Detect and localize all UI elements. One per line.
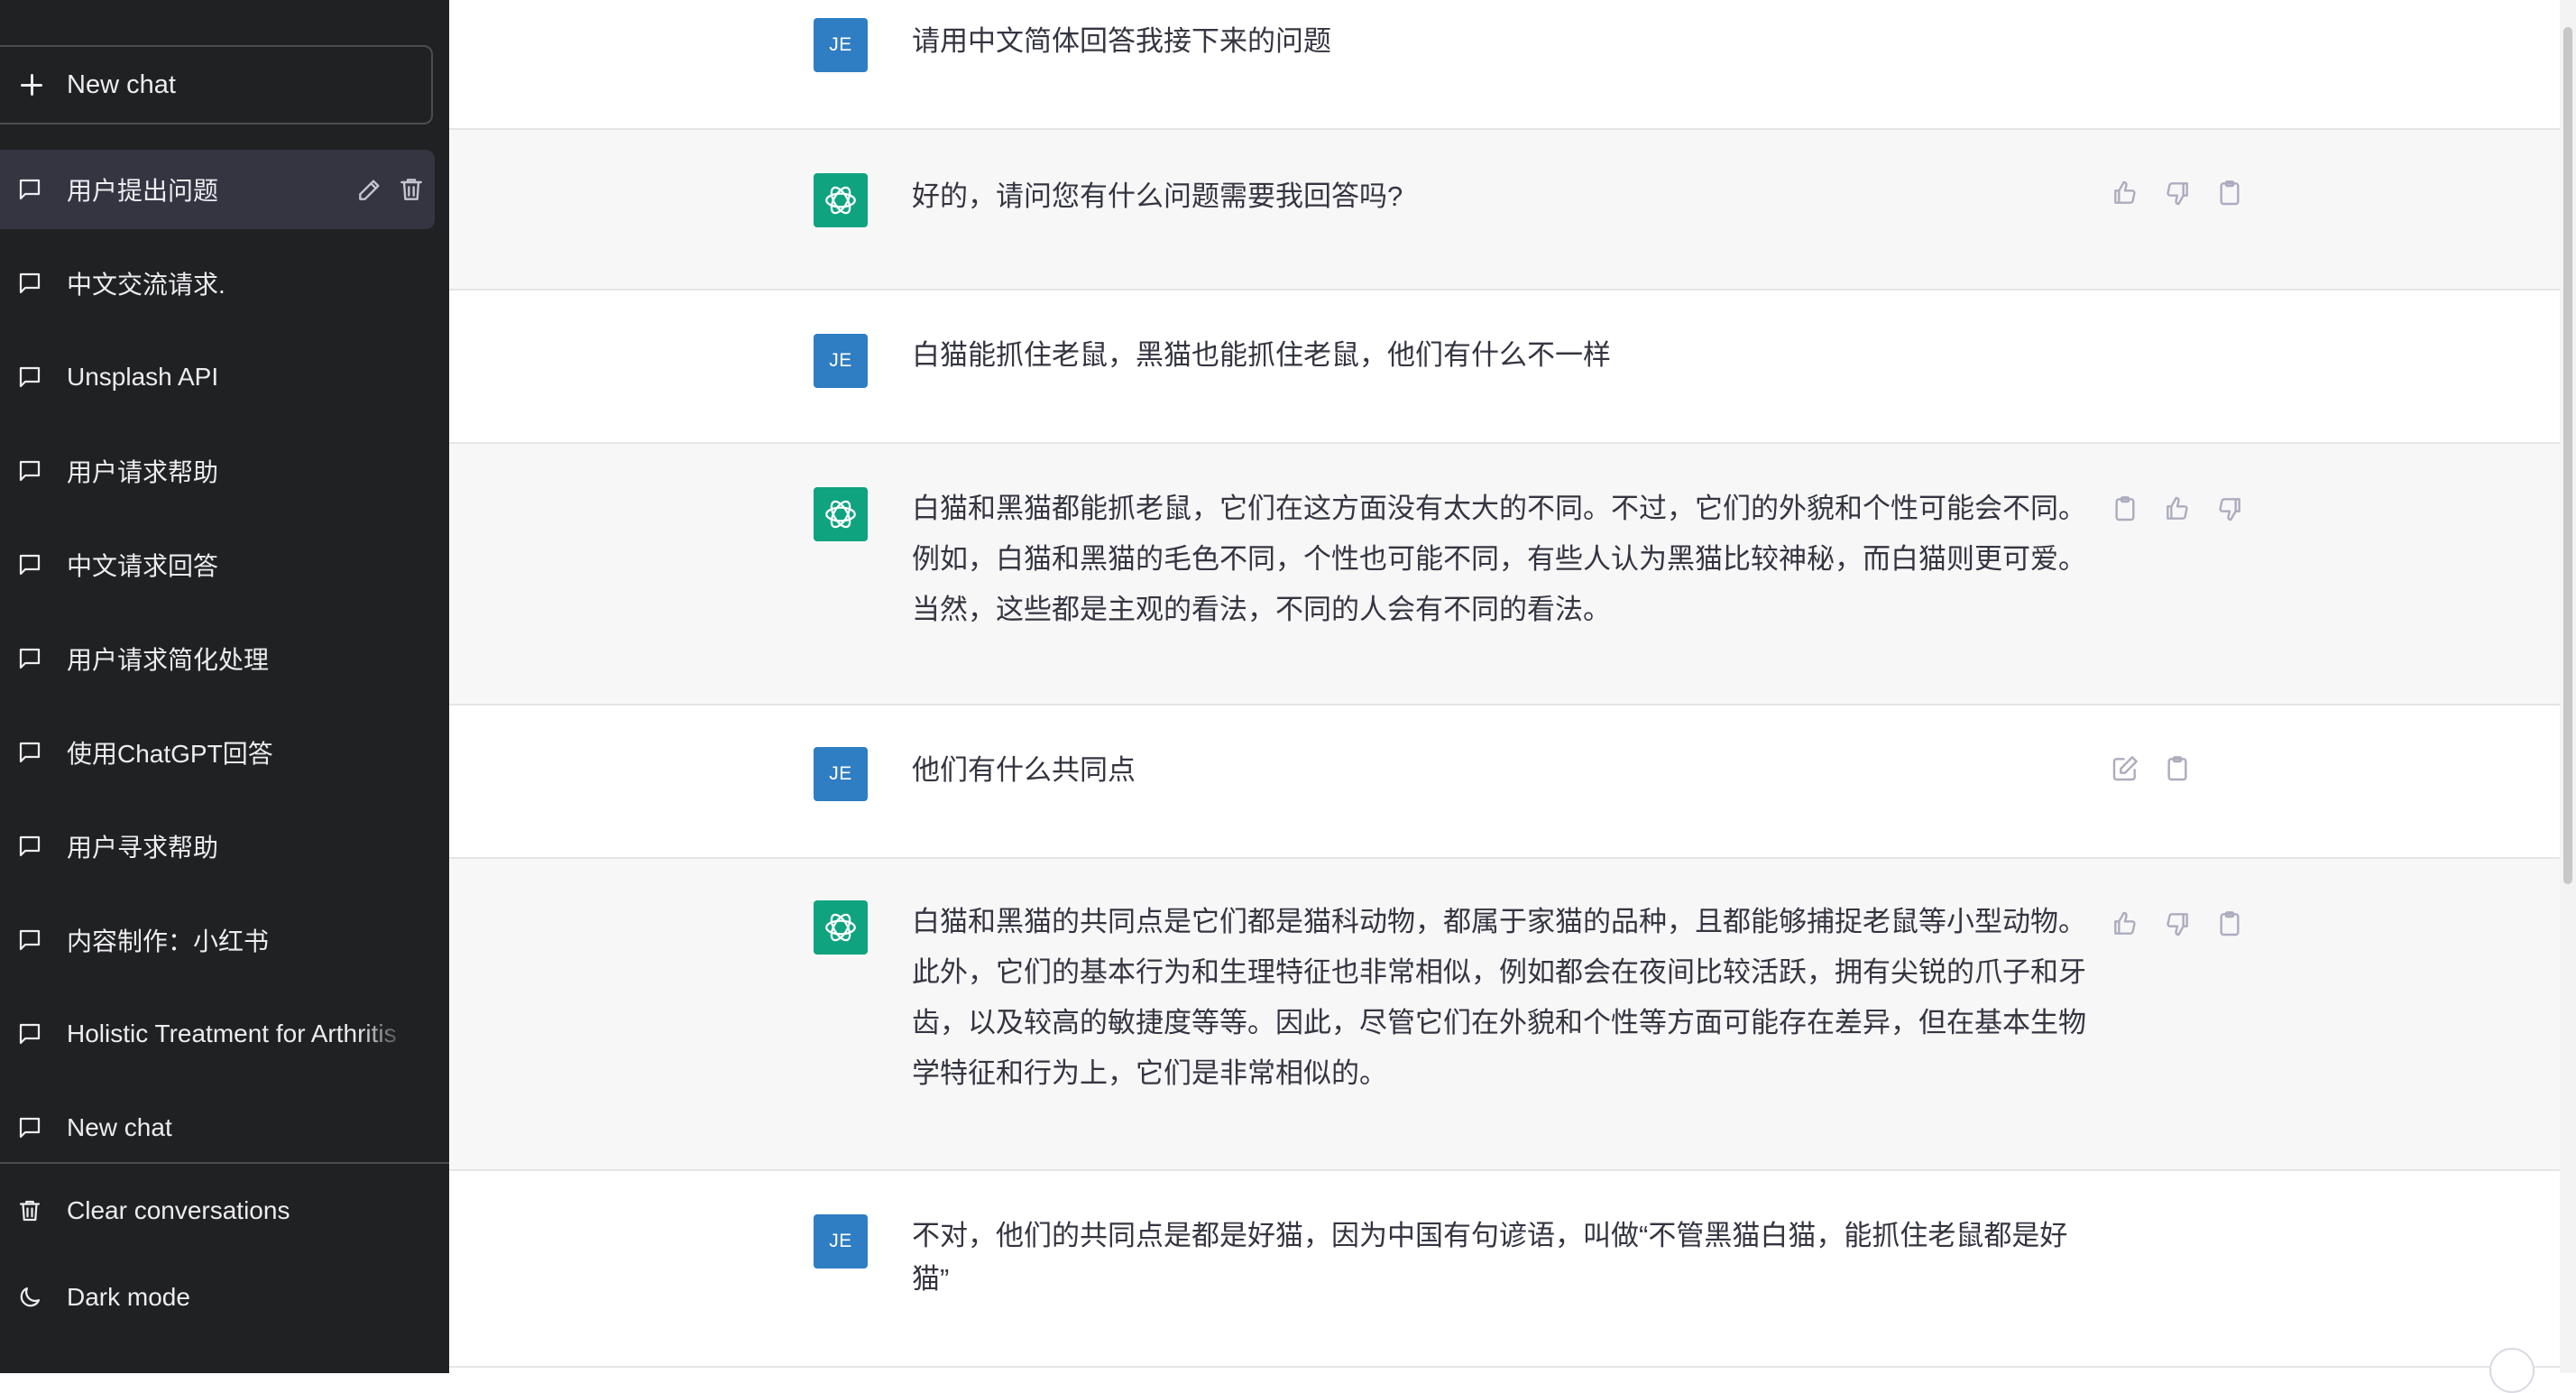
message-actions <box>2111 754 2192 783</box>
sidebar-item-conversation[interactable]: 用户请求帮助 <box>0 431 435 511</box>
openai-logo-icon <box>814 487 868 541</box>
openai-logo-icon <box>814 900 868 955</box>
chat-bubble-icon <box>16 270 43 297</box>
sidebar-item-conversation[interactable]: 使用ChatGPT回答 <box>0 713 435 792</box>
user-avatar: JE <box>814 747 868 801</box>
sidebar-item-label: 用户寻求帮助 <box>67 834 219 862</box>
sidebar-item-label: 用户请求简化处理 <box>67 646 270 674</box>
sidebar-item-label: 内容制作：小红书 <box>67 927 270 955</box>
trash-icon <box>16 1197 43 1224</box>
sidebar-item-label: New chat <box>67 1113 172 1141</box>
chat-bubble-icon <box>16 927 43 954</box>
scrollbar[interactable] <box>2560 0 2576 1373</box>
clear-conversations-label: Clear conversations <box>67 1196 290 1224</box>
chat-bubble-icon <box>16 457 43 484</box>
user-avatar: JE <box>814 1214 868 1268</box>
message-text: 白猫和黑猫的共同点是它们都是猫科动物，都属于家猫的品种，且都能够捕捉老鼠等小型动… <box>912 906 2086 1089</box>
user-message-row: JE 白猫能抓住老鼠，黑猫也能抓住老鼠，他们有什么不一样 <box>449 291 2560 444</box>
sidebar-item-label: Unsplash API <box>67 363 219 391</box>
assistant-message-row: 白猫和黑猫的共同点是它们都是猫科动物，都属于家猫的品种，且都能够捕捉老鼠等小型动… <box>449 859 2560 1171</box>
sidebar-item-conversation[interactable]: 用户请求简化处理 <box>0 619 435 698</box>
chat-bubble-icon <box>16 551 43 578</box>
chat-bubble-icon <box>16 364 43 391</box>
sidebar: New chat 用户提出问题 中文交流请求. Unsplash API 用户请… <box>0 0 449 1373</box>
user-message-row: JE 请用中文简体回答我接下来的问题 <box>449 0 2560 130</box>
clipboard-icon[interactable] <box>2215 179 2244 208</box>
thumbs-down-icon[interactable] <box>2163 179 2192 208</box>
moon-icon <box>16 1284 43 1311</box>
user-message-row: JE 他们有什么共同点 <box>449 706 2560 859</box>
clear-conversations-button[interactable]: Clear conversations <box>0 1175 449 1247</box>
sidebar-item-conversation[interactable]: New chat <box>0 1088 435 1167</box>
openai-logo-icon <box>814 173 868 227</box>
chat-bubble-icon <box>16 739 43 766</box>
sidebar-item-conversation[interactable]: 用户提出问题 <box>0 150 435 229</box>
sidebar-item-label: 用户请求帮助 <box>67 458 219 486</box>
thumbs-down-icon[interactable] <box>2163 909 2192 938</box>
plus-icon <box>20 73 43 97</box>
sidebar-item-label: Holistic Treatment for Arthritis <box>67 1019 397 1047</box>
scroll-down-button[interactable] <box>2489 1348 2535 1393</box>
message-text: 白猫能抓住老鼠，黑猫也能抓住老鼠，他们有什么不一样 <box>912 339 1611 371</box>
sidebar-item-conversation[interactable]: Unsplash API <box>0 337 435 417</box>
message-text: 白猫和黑猫都能抓老鼠，它们在这方面没有太大的不同。不过，它们的外貌和个性可能会不… <box>912 493 2086 625</box>
thumbs-up-icon[interactable] <box>2163 494 2192 523</box>
chat-bubble-icon <box>16 833 43 860</box>
sidebar-item-label: 用户提出问题 <box>67 177 219 205</box>
sidebar-item-conversation[interactable]: Holistic Treatment for Arthritis <box>0 994 435 1074</box>
message-text: 请用中文简体回答我接下来的问题 <box>912 25 1331 57</box>
clipboard-icon[interactable] <box>2215 909 2244 938</box>
edit-icon[interactable] <box>2111 754 2139 783</box>
new-chat-label: New chat <box>67 69 176 99</box>
sidebar-item-label: 中文交流请求. <box>67 271 225 299</box>
dark-mode-label: Dark mode <box>67 1283 190 1311</box>
sidebar-item-conversation[interactable]: 用户寻求帮助 <box>0 807 435 886</box>
message-text: 不对，他们的共同点是都是好猫，因为中国有句谚语，叫做“不管黑猫白猫，能抓住老鼠都… <box>912 1220 2068 1295</box>
sidebar-item-label: 使用ChatGPT回答 <box>67 740 273 768</box>
scroll-thumb[interactable] <box>2563 27 2572 884</box>
sidebar-item-conversation[interactable]: 中文请求回答 <box>0 525 435 604</box>
pencil-icon[interactable] <box>355 175 384 204</box>
trash-icon[interactable] <box>397 175 426 204</box>
thumbs-up-icon[interactable] <box>2111 179 2139 208</box>
message-text: 他们有什么共同点 <box>912 754 1136 786</box>
message-actions <box>2111 909 2244 938</box>
sidebar-item-conversation[interactable]: 中文交流请求. <box>0 244 435 323</box>
message-actions <box>2111 494 2244 523</box>
chat-thread: JE 请用中文简体回答我接下来的问题 好的，请问您有什么问题需要我回答吗? JE… <box>449 0 2560 1373</box>
message-actions <box>2111 179 2244 208</box>
sidebar-divider <box>0 1162 449 1164</box>
dark-mode-button[interactable]: Dark mode <box>0 1261 449 1333</box>
chat-bubble-icon <box>16 176 43 203</box>
new-chat-button[interactable]: New chat <box>0 45 433 125</box>
assistant-message-row: 好的，请问您有什么问题需要我回答吗? <box>449 130 2560 291</box>
conversation-actions <box>355 150 426 229</box>
sidebar-item-conversation[interactable]: 内容制作：小红书 <box>0 900 435 980</box>
thumbs-down-icon[interactable] <box>2215 494 2244 523</box>
chat-bubble-icon <box>16 645 43 672</box>
chat-bubble-icon <box>16 1020 43 1047</box>
chat-bubble-icon <box>16 1114 43 1141</box>
user-avatar: JE <box>814 334 868 388</box>
message-text: 好的，请问您有什么问题需要我回答吗? <box>912 180 1403 212</box>
user-avatar: JE <box>814 18 868 72</box>
user-message-row: JE 不对，他们的共同点是都是好猫，因为中国有句谚语，叫做“不管黑猫白猫，能抓住… <box>449 1171 2560 1368</box>
clipboard-icon[interactable] <box>2163 754 2192 783</box>
thumbs-up-icon[interactable] <box>2111 909 2139 938</box>
sidebar-item-label: 中文请求回答 <box>67 552 219 580</box>
assistant-message-row: 白猫和黑猫都能抓老鼠，它们在这方面没有太大的不同。不过，它们的外貌和个性可能会不… <box>449 444 2560 706</box>
clipboard-icon[interactable] <box>2111 494 2139 523</box>
